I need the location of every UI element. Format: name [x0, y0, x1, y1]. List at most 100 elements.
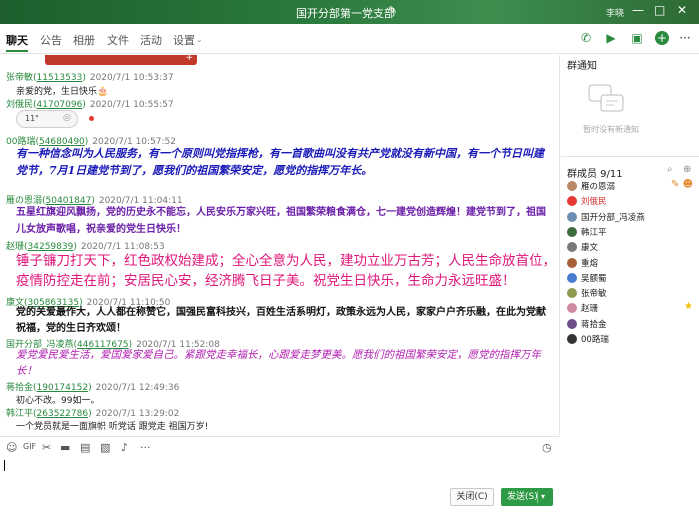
- red-envelope-bar[interactable]: +: [45, 55, 197, 65]
- image-icon[interactable]: ▤: [80, 441, 90, 454]
- voice-message[interactable]: 11" ◎: [16, 110, 78, 128]
- tab-chat[interactable]: 聊天: [6, 32, 28, 48]
- screen-share-icon[interactable]: ▣: [630, 31, 644, 45]
- owner-icon: ✎ ☻: [671, 179, 693, 190]
- search-icon[interactable]: ⌕: [667, 164, 673, 175]
- message-input[interactable]: [4, 460, 5, 471]
- avatar[interactable]: [567, 334, 577, 344]
- message-header: 韩江平(263522786) 2020/7/1 13:29:02: [6, 409, 180, 419]
- play-icon[interactable]: ◎: [63, 113, 71, 123]
- avatar[interactable]: [567, 272, 577, 283]
- unread-dot: [89, 116, 94, 121]
- input-toolbar: ☺ GIF ✂ ▬ ▤ ▧ ♪ ··· ◷: [0, 436, 560, 456]
- sender-id[interactable]: 41707096: [37, 100, 83, 110]
- avatar[interactable]: [567, 257, 577, 268]
- member-name: 刘俄民: [581, 197, 607, 208]
- tab-album[interactable]: 相册: [73, 32, 95, 48]
- message-header: 张帝敏(11513533) 2020/7/1 10:53:37: [6, 73, 174, 83]
- member-name: 吴额蜀: [581, 273, 607, 284]
- sender-name[interactable]: 蒋拾金: [6, 383, 33, 393]
- notice-title: 群通知: [567, 61, 597, 72]
- member-item[interactable]: 康文: [567, 241, 697, 254]
- member-name: 张帝敏: [581, 289, 607, 300]
- chat-history[interactable]: + 张帝敏(11513533) 2020/7/1 10:53:37 亲爱的党，生日…: [0, 55, 560, 435]
- minimize-button[interactable]: —: [632, 3, 644, 17]
- more-icon[interactable]: ···: [140, 441, 151, 454]
- avatar[interactable]: [567, 181, 577, 191]
- member-name: 康文: [581, 243, 599, 254]
- message-text: 有一种信念叫为人民服务，有一个原则叫党指挥枪，有一首歌曲叫没有共产党就没有新中国…: [16, 147, 544, 177]
- tab-bar: 聊天 公告 相册 文件 活动 设置 ⌄: [0, 24, 699, 54]
- member-item[interactable]: 吴额蜀: [567, 272, 697, 285]
- sender-id[interactable]: 190174152: [37, 383, 89, 393]
- add-member-icon[interactable]: ⊕: [683, 164, 691, 175]
- member-name: 00路瑞: [581, 335, 609, 345]
- message-text: 一个党员就是一面旗帜 听党话 跟党走 祖国万岁!: [16, 422, 209, 432]
- pencil-icon[interactable]: ✎: [388, 4, 397, 17]
- chevron-down-icon[interactable]: ⌄: [196, 35, 203, 44]
- member-name: 蒋拾金: [581, 319, 607, 330]
- add-icon[interactable]: +: [655, 31, 669, 45]
- send-button[interactable]: 发送(S) ▾: [501, 488, 553, 506]
- members-title: 群成员 9/11: [567, 169, 623, 180]
- avatar[interactable]: [567, 226, 577, 237]
- user-name: 李晓: [606, 9, 625, 19]
- sender-id[interactable]: 263522786: [37, 409, 89, 419]
- tab-activities[interactable]: 活动: [140, 32, 162, 48]
- notice-empty-text: 暂时没有新通知: [583, 125, 639, 134]
- sender-name[interactable]: 韩江平: [6, 409, 33, 419]
- message-text: 初心不改。99如一。: [16, 396, 100, 406]
- speech-bubbles-icon: [588, 84, 624, 112]
- more-icon[interactable]: ···: [678, 31, 692, 45]
- close-button[interactable]: 关闭(C): [450, 488, 494, 506]
- emoji-icon[interactable]: ☺: [6, 441, 17, 454]
- member-name: 国开分部_冯凌燕: [581, 212, 645, 223]
- sender-id[interactable]: 11513533: [37, 73, 83, 83]
- message-text: 亲爱的党，生日快乐🎂: [16, 87, 109, 97]
- member-name: 重熔: [581, 258, 599, 269]
- member-item[interactable]: 重熔: [567, 257, 697, 270]
- member-item[interactable]: 韩江平: [567, 226, 697, 239]
- group-sidebar: 群通知 暂时没有新通知 群成员 9/11 ⌕ ⊕ 雁の恩溺 ✎ ☻ 刘俄民国开分部_…: [561, 55, 699, 512]
- active-tab-indicator: [6, 50, 28, 52]
- message-text: 党的关爱最作大，人人都在称赞它，国强民富科技兴，百姓生活系明灯，政策永远为人民，…: [16, 307, 546, 334]
- video-icon[interactable]: ▶: [604, 31, 618, 45]
- window-title: 国开分部第一党支部: [296, 7, 395, 20]
- tab-files[interactable]: 文件: [107, 32, 129, 48]
- maximize-button[interactable]: □: [654, 3, 665, 17]
- gif-icon[interactable]: GIF: [23, 442, 36, 451]
- history-icon[interactable]: ◷: [542, 441, 552, 454]
- member-item[interactable]: 赵珊 ★: [567, 301, 697, 315]
- member-name: 赵珊: [581, 304, 599, 315]
- bell-icon[interactable]: ♪: [121, 441, 128, 454]
- star-icon: ★: [684, 301, 693, 313]
- sender-name[interactable]: 张帝敏: [6, 73, 33, 83]
- close-window-button[interactable]: ✕: [677, 3, 687, 17]
- member-item[interactable]: 刘俄民: [567, 195, 697, 208]
- member-item[interactable]: 蒋拾金: [567, 318, 697, 331]
- member-item[interactable]: 张帝敏: [567, 287, 697, 300]
- title-bar: 国开分部第一党支部 ✎ 李晓 — □ ✕: [0, 0, 699, 24]
- phone-icon[interactable]: ✆: [579, 31, 593, 45]
- member-item[interactable]: 国开分部_冯凌燕: [567, 211, 697, 224]
- member-item[interactable]: 00路瑞: [567, 333, 697, 346]
- sender-name[interactable]: 刘俄民: [6, 100, 33, 110]
- tab-settings[interactable]: 设置: [173, 32, 195, 48]
- member-item[interactable]: 雁の恩溺 ✎ ☻: [567, 179, 697, 193]
- tab-notice[interactable]: 公告: [40, 32, 62, 48]
- message-text: 爱党爱民爱生活，爱国爱家爱自己。紧跟党走幸福长，心跟爱走梦更美。愿我们的祖国繁荣…: [16, 349, 541, 377]
- avatar[interactable]: [567, 196, 577, 207]
- avatar[interactable]: [567, 288, 577, 299]
- member-name: 雁の恩溺: [581, 182, 616, 192]
- message-header: 刘俄民(41707096) 2020/7/1 10:55:57: [6, 100, 174, 110]
- folder-icon[interactable]: ▬: [60, 441, 70, 454]
- avatar[interactable]: [567, 211, 577, 222]
- avatar[interactable]: [567, 303, 577, 314]
- chevron-down-icon[interactable]: ▾: [541, 488, 545, 506]
- scissors-icon[interactable]: ✂: [42, 441, 51, 454]
- avatar[interactable]: [567, 242, 577, 253]
- message-header: 蒋拾金(190174152) 2020/7/1 12:49:36: [6, 383, 180, 393]
- avatar[interactable]: [567, 318, 577, 329]
- screenshot-icon[interactable]: ▧: [100, 441, 110, 454]
- message-text: 锤子镰刀打天下，红色政权始建成；全心全意为人民，建功立业万古芳；人民生命放首位，…: [16, 253, 556, 288]
